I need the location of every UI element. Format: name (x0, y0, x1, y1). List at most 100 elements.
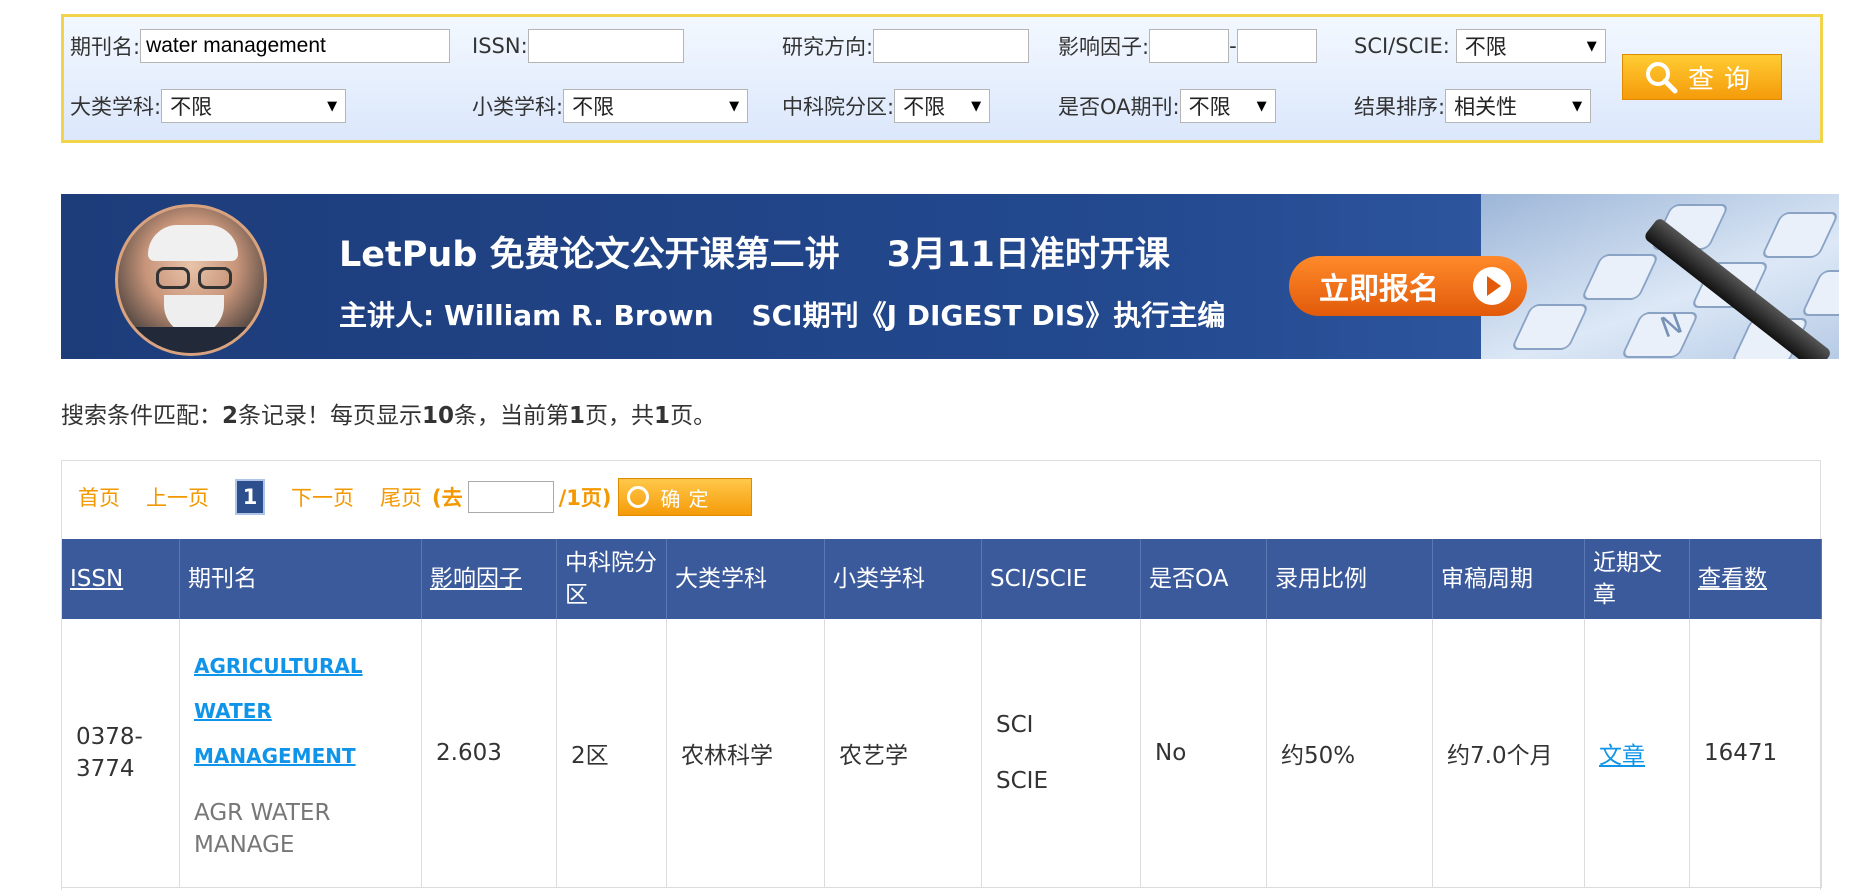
col-cas-zone-label: 中科院分区 (565, 550, 657, 608)
minor-subject-label: 小类学科: (472, 95, 564, 119)
sci-value: SCI (996, 711, 1034, 738)
journal-name-label: 期刊名: (70, 35, 141, 59)
col-cas-zone: 中科院分区 (556, 539, 667, 619)
table-header-row: ISSN 期刊名 影响因子 中科院分区 大类学科 小类学科 SCI/SCIE 是… (61, 539, 1822, 619)
summary-prefix: 搜索条件匹配： (61, 403, 222, 429)
major-subject-value: 不限 (170, 95, 213, 119)
cell-cas-zone: 2区 (556, 619, 667, 888)
col-impact[interactable]: 影响因子 (421, 539, 557, 619)
journal-link[interactable]: AGRICULTURAL WATER MANAGEMENT (194, 644, 407, 779)
summary-per-page: 10 (422, 403, 455, 429)
cell-name: AGRICULTURAL WATER MANAGEMENT AGR WATER … (179, 619, 422, 888)
sort-field: 结果排序: 相关性 ▼ (1354, 89, 1592, 123)
summary-current-page: 1 (569, 403, 586, 429)
cell-sci: SCI SCIE (981, 619, 1141, 888)
sort-value: 相关性 (1454, 95, 1518, 119)
dropdown-arrow-icon: ▼ (729, 98, 740, 114)
prev-page-link[interactable]: 上一页 (146, 482, 209, 512)
dropdown-arrow-icon: ▼ (1586, 38, 1597, 54)
sci-scie-select[interactable]: 不限 ▼ (1455, 29, 1606, 63)
table-row: 0378-3774 AGRICULTURAL WATER MANAGEMENT … (61, 619, 1822, 888)
oa-select[interactable]: 不限 ▼ (1179, 89, 1276, 123)
sci-scie-field: SCI/SCIE: 不限 ▼ (1354, 29, 1606, 63)
dropdown-arrow-icon: ▼ (327, 98, 338, 114)
first-page-link[interactable]: 首页 (78, 482, 120, 512)
oa-label: 是否OA期刊: (1058, 95, 1180, 119)
promo-banner[interactable]: LetPub 免费论文公开课第二讲 3月11日准时开课 主讲人: William… (61, 194, 1839, 359)
goto-confirm-label: 确定 (660, 486, 717, 511)
register-now-button[interactable]: 立即报名 (1289, 256, 1527, 316)
minor-subject-select[interactable]: 不限 ▼ (563, 89, 749, 123)
sci-scie-value: 不限 (1464, 35, 1507, 59)
major-subject-label: 大类学科: (70, 95, 162, 119)
col-name-label: 期刊名 (188, 566, 257, 592)
sort-label: 结果排序: (1354, 95, 1446, 119)
col-issn-label: ISSN (70, 566, 124, 592)
issn-label: ISSN: (472, 34, 528, 58)
col-minor: 小类学科 (824, 539, 982, 619)
goto-page-input[interactable] (467, 481, 554, 513)
col-views[interactable]: 查看数 (1689, 539, 1822, 619)
summary-count: 2 (222, 403, 239, 429)
summary-text: 页。 (670, 403, 717, 429)
search-panel: 期刊名: water management ISSN: 研究方向: 影响因子: … (61, 14, 1823, 143)
col-accept: 录用比例 (1266, 539, 1433, 619)
col-sci: SCI/SCIE (981, 539, 1141, 619)
journal-name-line: MANAGEMENT (194, 744, 356, 769)
current-page-indicator: 1 (235, 479, 265, 515)
impact-factor-label: 影响因子: (1058, 35, 1150, 59)
col-oa: 是否OA (1140, 539, 1267, 619)
results-panel: 首页 上一页 1 下一页 尾页 (去 /1页) 确定 ISSN 期刊名 影响因子… (61, 460, 1822, 890)
scie-value: SCIE (996, 767, 1048, 794)
major-subject-select[interactable]: 不限 ▼ (161, 89, 347, 123)
issn-field: ISSN: (472, 29, 684, 63)
col-impact-label: 影响因子 (430, 566, 522, 592)
summary-text: 条记录！每页显示 (238, 403, 423, 429)
impact-factor-field: 影响因子: - (1058, 29, 1317, 63)
issn-input[interactable] (527, 29, 684, 63)
major-subject-field: 大类学科: 不限 ▼ (70, 89, 347, 123)
dropdown-arrow-icon: ▼ (1256, 98, 1267, 114)
pagination: 首页 上一页 1 下一页 尾页 (去 /1页) 确定 (78, 477, 752, 517)
cas-zone-label: 中科院分区: (782, 95, 895, 119)
recent-articles-link[interactable]: 文章 (1599, 743, 1645, 769)
cell-issn: 0378-3774 (61, 619, 180, 888)
result-summary: 搜索条件匹配：2条记录！每页显示10条，当前第1页，共1页。 (61, 396, 716, 430)
sort-select[interactable]: 相关性 ▼ (1445, 89, 1592, 123)
search-button-label: 查询 (1687, 64, 1760, 95)
col-recent: 近期文章 (1584, 539, 1690, 619)
search-button[interactable]: 查询 (1622, 54, 1782, 100)
results-table: ISSN 期刊名 影响因子 中科院分区 大类学科 小类学科 SCI/SCIE 是… (61, 539, 1822, 888)
journal-name-input[interactable]: water management (140, 29, 451, 63)
col-name: 期刊名 (179, 539, 422, 619)
research-direction-input[interactable] (873, 29, 1030, 63)
cell-impact: 2.603 (421, 619, 557, 888)
cell-review: 约7.0个月 (1432, 619, 1585, 888)
cell-major: 农林科学 (666, 619, 825, 888)
journal-abbreviation: AGR WATER MANAGE (194, 800, 331, 859)
next-page-link[interactable]: 下一页 (291, 482, 354, 512)
oa-value: 不限 (1188, 95, 1231, 119)
minor-subject-field: 小类学科: 不限 ▼ (472, 89, 749, 123)
col-views-label: 查看数 (1698, 566, 1767, 592)
research-direction-label: 研究方向: (782, 35, 874, 59)
play-icon (1473, 267, 1511, 305)
cas-zone-select[interactable]: 不限 ▼ (894, 89, 991, 123)
journal-name-line: AGRICULTURAL (194, 654, 363, 679)
impact-factor-min-input[interactable] (1149, 29, 1230, 63)
col-issn[interactable]: ISSN (61, 539, 180, 619)
summary-total-pages: 1 (654, 403, 671, 429)
col-oa-label: 是否OA (1149, 566, 1229, 592)
circle-icon (626, 486, 649, 508)
last-page-link[interactable]: 尾页 (380, 482, 422, 512)
goto-confirm-button[interactable]: 确定 (617, 478, 752, 516)
dropdown-arrow-icon: ▼ (971, 98, 982, 114)
goto-suffix: /1页) (558, 486, 612, 510)
summary-text: 页，共 (585, 403, 655, 429)
impact-factor-max-input[interactable] (1236, 29, 1317, 63)
col-major: 大类学科 (666, 539, 825, 619)
impact-factor-separator: - (1229, 34, 1237, 58)
col-review: 审稿周期 (1432, 539, 1585, 619)
journal-name-line: WATER (194, 699, 272, 724)
col-minor-label: 小类学科 (833, 566, 925, 592)
